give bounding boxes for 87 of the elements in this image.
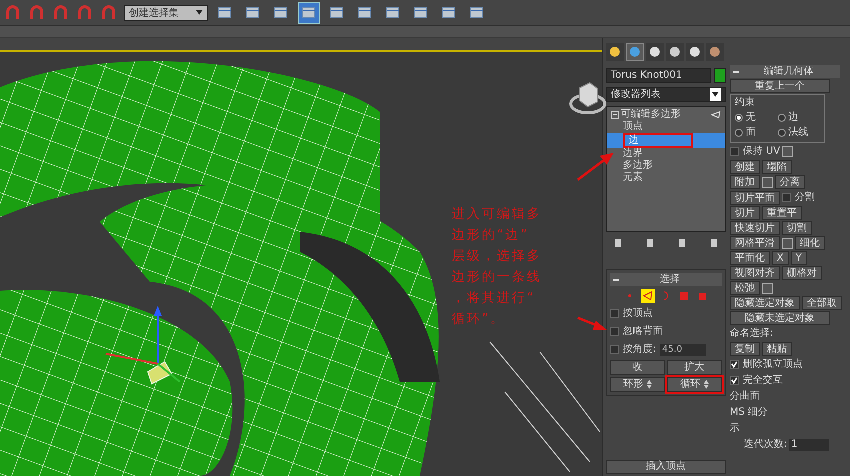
panel-label: 分曲面 xyxy=(730,390,760,404)
iterations-field[interactable]: 1 xyxy=(789,438,830,450)
circle-icon xyxy=(709,46,721,58)
settings-button[interactable] xyxy=(762,282,773,294)
tool-button[interactable]: 全部取 xyxy=(802,296,842,310)
tool-button[interactable]: 收 xyxy=(610,360,665,375)
settings-button[interactable] xyxy=(782,146,794,157)
arrow xyxy=(577,153,614,181)
spinner-icon[interactable] xyxy=(704,380,708,389)
group-label: 约束 xyxy=(735,96,756,110)
tool-button[interactable]: 创建 xyxy=(730,160,760,174)
checkbox[interactable]: 按角度: xyxy=(610,342,656,357)
settings-button[interactable] xyxy=(782,238,793,248)
tool-button[interactable]: X xyxy=(772,251,789,265)
triangle-icon xyxy=(711,111,721,119)
insert-vertex-button[interactable]: 插入顶点 xyxy=(606,460,726,474)
stack-item[interactable]: 可编辑多边形 xyxy=(621,109,709,121)
tool-button[interactable]: 视图对齐 xyxy=(730,266,780,280)
radio-button[interactable]: 法线 xyxy=(778,125,820,140)
radio-button[interactable]: 边 xyxy=(778,110,820,125)
radio-button[interactable]: 无 xyxy=(735,110,778,125)
rollout-header[interactable]: 编辑几何体 xyxy=(730,65,840,78)
tool-button[interactable]: 细化 xyxy=(795,236,825,250)
panel-tab[interactable] xyxy=(666,43,684,61)
checkbox[interactable]: 保持 UV xyxy=(730,144,780,159)
spinner-icon[interactable] xyxy=(646,380,652,389)
dropdown-value: 创建选择集 xyxy=(129,6,179,20)
caret-icon xyxy=(710,88,721,101)
tool-button[interactable]: 复制 xyxy=(730,342,760,356)
dropdown-value: 修改器列表 xyxy=(611,88,661,101)
settings-button[interactable] xyxy=(762,176,773,188)
annotation-text: 进入可编辑多 边形的“边” 层级，选择多 边形的一条线 ，将其进行“ 循环”。 xyxy=(452,206,542,329)
tool-button[interactable]: 隐藏选定对象 xyxy=(730,296,800,310)
tool-button[interactable]: 循环 xyxy=(667,377,722,392)
circle-icon xyxy=(689,46,701,58)
circle-icon xyxy=(609,46,621,58)
tool-button[interactable]: 粘贴 xyxy=(762,342,792,356)
tool-button[interactable]: 重复上一个 xyxy=(730,79,830,93)
caret-icon xyxy=(196,10,203,15)
tool-button[interactable]: 松弛 xyxy=(730,281,760,295)
expand-icon[interactable] xyxy=(611,111,619,119)
panel-tab[interactable] xyxy=(686,43,704,61)
color-swatch[interactable] xyxy=(714,68,726,83)
panel-tab[interactable] xyxy=(606,43,624,61)
arrow xyxy=(578,316,607,330)
modifier-list-dropdown[interactable]: 修改器列表 xyxy=(606,87,726,102)
angle-field[interactable]: 45.0 xyxy=(660,344,706,356)
tool-button[interactable]: 栅格对 xyxy=(782,266,822,280)
tool-button[interactable]: 附加 xyxy=(730,175,760,189)
tool-button[interactable]: 快速切片 xyxy=(730,221,780,235)
tool-button[interactable]: 平面化 xyxy=(730,251,770,265)
tool-button[interactable]: 隐藏未选定对象 xyxy=(730,311,830,325)
checkbox[interactable]: 按顶点 xyxy=(610,306,722,321)
tool-button[interactable]: 塌陷 xyxy=(762,160,792,174)
checkbox[interactable]: 完全交互 xyxy=(730,373,783,388)
panel-tab[interactable] xyxy=(706,43,724,61)
panel-label: 示 xyxy=(730,422,740,436)
checkbox[interactable]: 忽略背面 xyxy=(610,324,722,339)
tool-button[interactable]: 切片平面 xyxy=(730,190,780,204)
stack-item[interactable]: 顶点 xyxy=(607,121,725,133)
rollout-header[interactable]: 选择 xyxy=(610,273,722,286)
tool-button[interactable]: Y xyxy=(790,251,807,265)
tool-button[interactable]: 环形 xyxy=(610,377,665,392)
checkbox[interactable]: 删除孤立顶点 xyxy=(730,357,803,372)
selection-set-dropdown[interactable]: 创建选择集 xyxy=(124,4,208,20)
circle-icon xyxy=(649,46,661,58)
tool-button[interactable]: 分离 xyxy=(775,175,805,189)
panel-label: 命名选择: xyxy=(730,326,774,341)
tool-button[interactable]: 重置平 xyxy=(762,206,802,220)
panel-label: MS 细分 xyxy=(730,406,768,420)
sub-object-edge-icon[interactable] xyxy=(641,289,655,303)
tool-button[interactable]: 切割 xyxy=(782,221,812,235)
stack-item[interactable]: 多边形 xyxy=(607,160,725,172)
stack-item[interactable]: 边界 xyxy=(607,148,725,160)
stack-item[interactable]: 元素 xyxy=(607,172,725,184)
circle-icon xyxy=(629,46,641,58)
stack-item[interactable]: 边 xyxy=(607,133,725,148)
panel-label: 迭代次数: xyxy=(743,438,788,452)
tool-button[interactable]: 切片 xyxy=(730,206,760,220)
checkbox[interactable]: 分割 xyxy=(782,190,815,205)
name-field[interactable]: Torus Knot001 xyxy=(606,68,711,83)
tool-button[interactable]: 扩大 xyxy=(667,360,722,375)
circle-icon xyxy=(669,46,681,58)
viewcube-icon[interactable] xyxy=(568,80,608,116)
panel-tab[interactable] xyxy=(646,43,664,61)
radio-button[interactable]: 面 xyxy=(735,125,778,140)
tool-button[interactable]: 网格平滑 xyxy=(730,236,780,250)
